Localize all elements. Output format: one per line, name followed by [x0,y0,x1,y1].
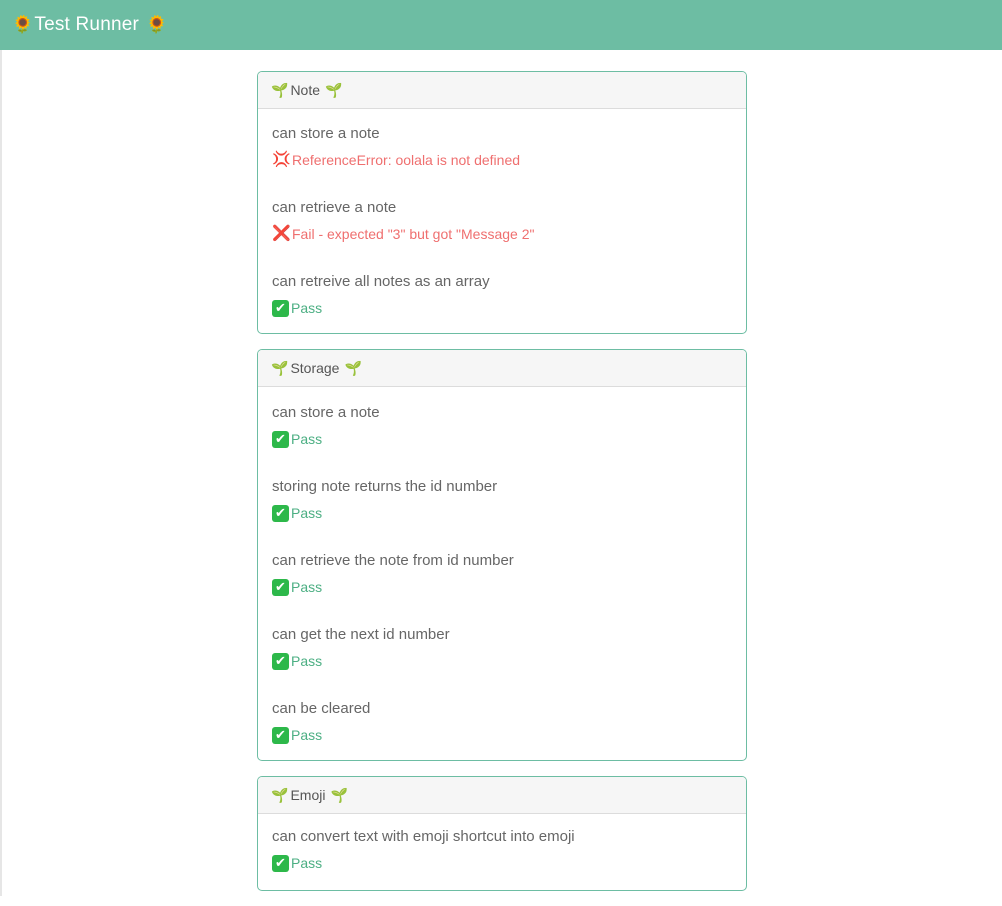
page-left-border [0,50,2,896]
test-name: can retreive all notes as an array [272,273,490,290]
test-case: can store a note 💢 ReferenceError: oolal… [272,123,732,197]
test-name: can get the next id number [272,626,450,643]
result-message: Pass [291,505,323,521]
app-title: Test Runner [34,14,140,35]
test-result-pass: ✔ Pass [272,297,732,319]
check-mark-icon: ✔ [272,504,289,522]
suite-emoji: 🌱 Emoji 🌱 can convert text with emoji sh… [257,776,747,891]
result-message: Pass [291,727,323,743]
sprout-icon: 🌱 [330,786,348,803]
suite-title: Emoji [290,787,326,803]
test-result-pass: ✔ Pass [272,724,732,746]
sprout-icon: 🌱 [271,359,289,376]
test-case: can be cleared ✔ Pass [272,698,732,754]
test-case: can get the next id number ✔ Pass [272,624,732,698]
test-name: can be cleared [272,700,371,717]
result-message: ReferenceError: oolala is not defined [292,152,521,168]
suite-title: Note [290,82,321,98]
suite-title: Storage [290,360,340,376]
check-mark-icon: ✔ [272,726,289,744]
test-result-pass: ✔ Pass [272,576,732,598]
check-mark-icon: ✔ [272,578,289,596]
suite-note: 🌱 Note 🌱 can store a note 💢 ReferenceErr… [257,71,747,334]
test-case: can store a note ✔ Pass [272,402,732,476]
sprout-icon: 🌱 [325,81,343,98]
test-name: storing note returns the id number [272,478,498,495]
test-name: can convert text with emoji shortcut int… [272,828,575,845]
result-message: Pass [291,855,323,871]
suite-storage: 🌱 Storage 🌱 can store a note ✔ Pass stor… [257,349,747,761]
check-mark-icon: ✔ [272,430,289,448]
sunflower-icon: 🌻 [12,15,34,34]
test-case: can retrieve the note from id number ✔ P… [272,550,732,624]
test-result-pass: ✔ Pass [272,428,732,450]
test-name: can retrieve a note [272,199,397,216]
test-case: can retreive all notes as an array ✔ Pas… [272,271,732,327]
test-name: can store a note [272,125,380,142]
app-header: 🌻 Test Runner 🌻 [0,0,1002,50]
sunflower-icon: 🌻 [146,15,168,34]
suite-header: 🌱 Emoji 🌱 [258,777,746,814]
check-mark-icon: ✔ [272,299,289,317]
result-message: Fail - expected "3" but got "Message 2" [292,226,535,242]
check-mark-icon: ✔ [272,854,289,872]
test-name: can store a note [272,404,380,421]
suite-header: 🌱 Storage 🌱 [258,350,746,387]
suite-body: can store a note 💢 ReferenceError: oolal… [258,109,746,333]
test-case: storing note returns the id number ✔ Pas… [272,476,732,550]
result-message: Pass [291,653,323,669]
result-message: Pass [291,579,323,595]
test-case: can convert text with emoji shortcut int… [272,826,732,884]
sprout-icon: 🌱 [271,81,289,98]
test-result-pass: ✔ Pass [272,502,732,524]
test-suites: 🌱 Note 🌱 can store a note 💢 ReferenceErr… [257,71,747,906]
test-result-error: 💢 ReferenceError: oolala is not defined [272,149,732,171]
suite-body: can convert text with emoji shortcut int… [258,814,746,890]
anger-icon: 💢 [272,151,291,168]
suite-header: 🌱 Note 🌱 [258,72,746,109]
test-result-pass: ✔ Pass [272,650,732,672]
cross-mark-icon: ❌ [272,225,291,242]
sprout-icon: 🌱 [344,359,362,376]
suite-body: can store a note ✔ Pass storing note ret… [258,387,746,760]
test-name: can retrieve the note from id number [272,552,514,569]
test-case: can retrieve a note ❌ Fail - expected "3… [272,197,732,271]
sprout-icon: 🌱 [271,786,289,803]
test-result-fail: ❌ Fail - expected "3" but got "Message 2… [272,223,732,245]
result-message: Pass [291,300,323,316]
result-message: Pass [291,431,323,447]
test-result-pass: ✔ Pass [272,852,732,874]
check-mark-icon: ✔ [272,652,289,670]
